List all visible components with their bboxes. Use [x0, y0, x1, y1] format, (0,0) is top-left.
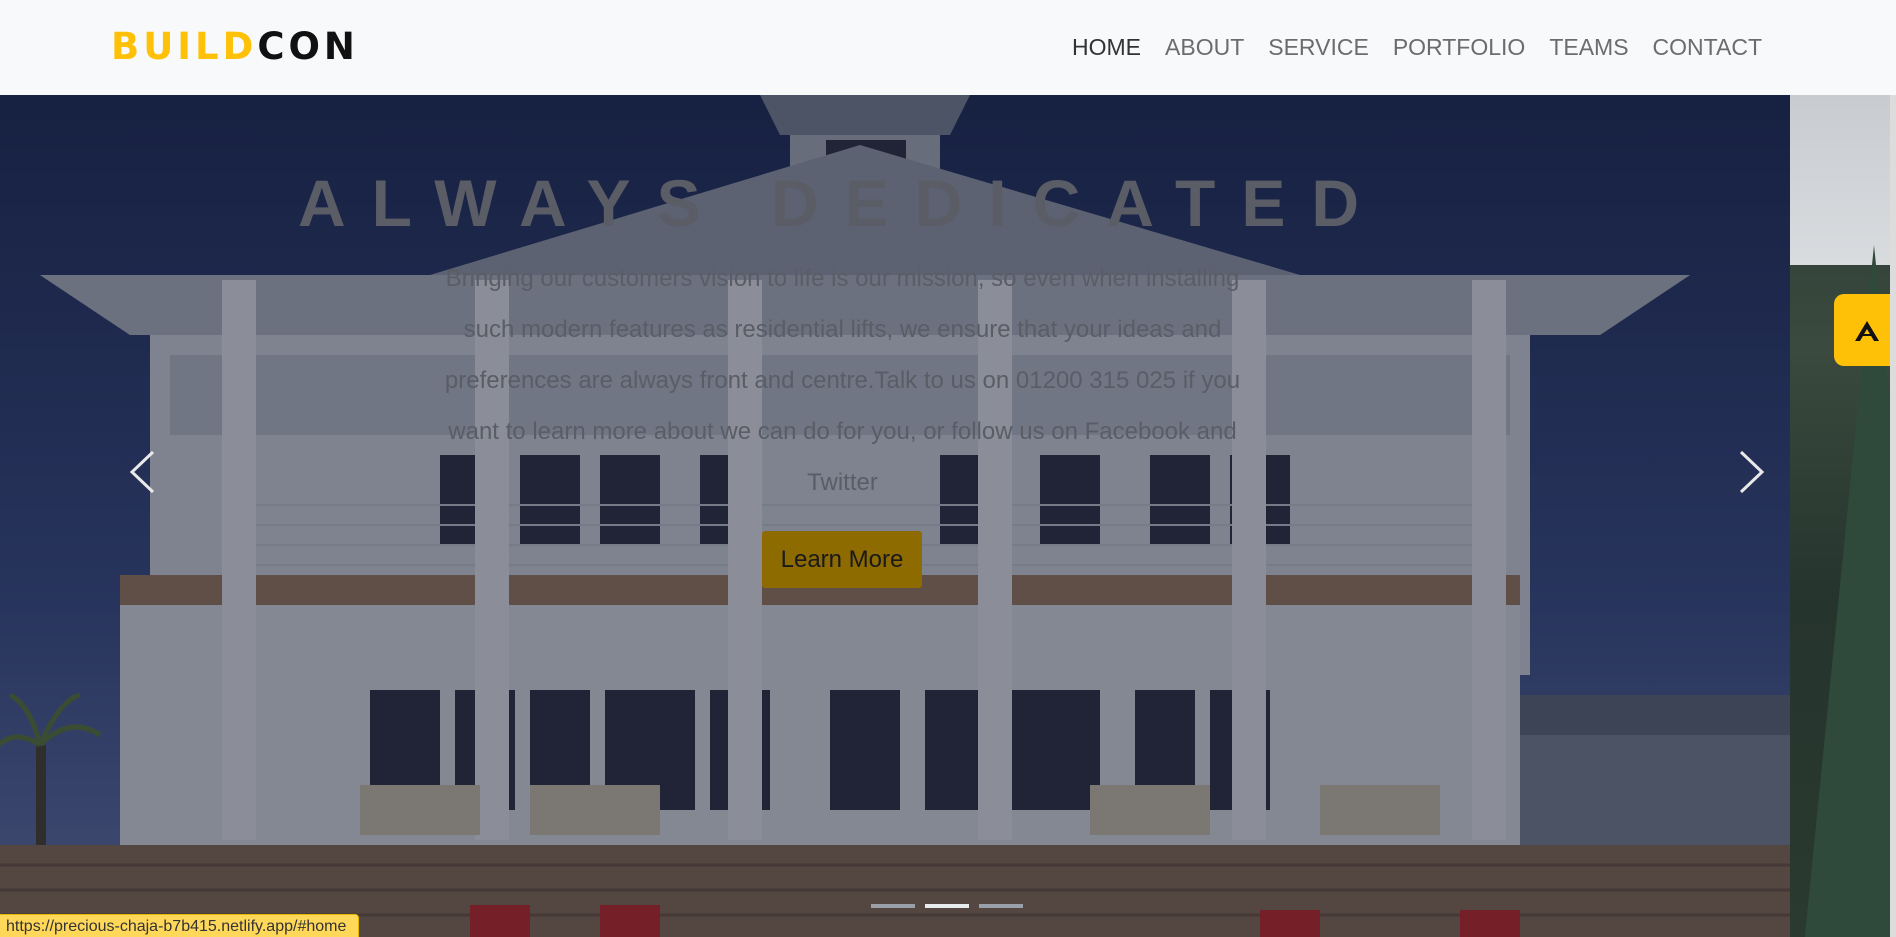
brand-part-con: CON [257, 25, 359, 68]
brand-logo-icon [1855, 321, 1879, 341]
chevron-right-icon [1739, 450, 1765, 494]
nav-item-home[interactable]: HOME [1060, 32, 1153, 62]
navbar: BUILDCON HOME ABOUT SERVICE PORTFOLIO TE… [0, 0, 1896, 95]
nav-item-service[interactable]: SERVICE [1256, 32, 1381, 62]
main-nav: HOME ABOUT SERVICE PORTFOLIO TEAMS CONTA… [1060, 32, 1774, 62]
carousel-next-button[interactable] [1732, 450, 1772, 498]
chevron-left-icon [129, 450, 155, 494]
hero-description: Bringing our customers vision to life is… [444, 265, 1241, 496]
carousel-prev-button[interactable] [122, 450, 162, 498]
nav-item-about[interactable]: ABOUT [1153, 32, 1256, 62]
carousel-indicators [871, 904, 1023, 908]
next-slide-peek [1790, 95, 1896, 937]
learn-more-button[interactable]: Learn More [762, 531, 922, 588]
nav-item-teams[interactable]: TEAMS [1537, 32, 1640, 62]
floating-action-button[interactable] [1834, 294, 1896, 366]
status-bar-url: https://precious-chaja-b7b415.netlify.ap… [0, 914, 360, 937]
nav-item-contact[interactable]: CONTACT [1641, 32, 1774, 62]
hero-title: ALWAYS DEDICATED [297, 166, 1386, 240]
hero-carousel: ALWAYS DEDICATED Bringing our customers … [0, 95, 1790, 937]
carousel-indicator-3[interactable] [979, 904, 1023, 908]
page-scrollbar[interactable] [1890, 0, 1896, 937]
nav-item-portfolio[interactable]: PORTFOLIO [1381, 32, 1538, 62]
brand-part-build: BUILD [111, 25, 258, 68]
carousel-indicator-2[interactable] [925, 904, 969, 908]
carousel-indicator-1[interactable] [871, 904, 915, 908]
brand-logo[interactable]: BUILDCON [111, 26, 359, 68]
